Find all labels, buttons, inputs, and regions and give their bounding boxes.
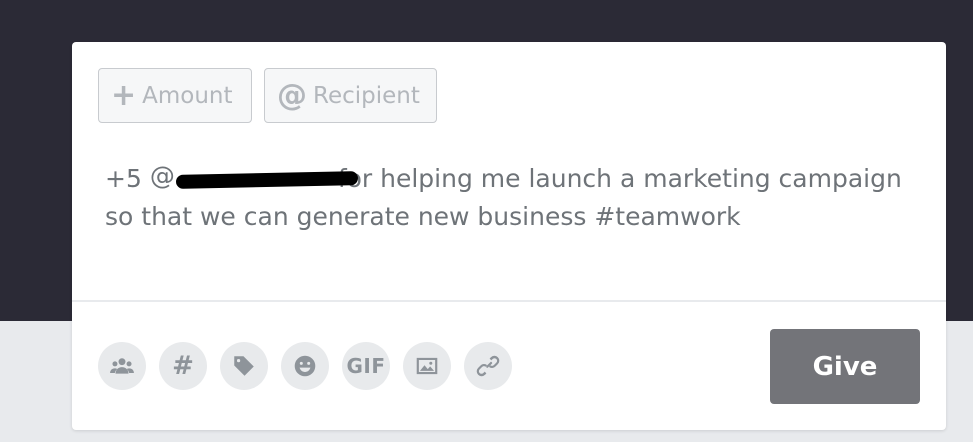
amount-label: Amount [142,82,233,109]
at-icon: @ [277,77,307,113]
redaction-mark [175,171,358,189]
image-button[interactable] [403,342,451,390]
tag-button[interactable] [220,342,268,390]
tag-icon [234,356,254,376]
hashtag-icon: # [172,351,194,381]
give-button[interactable]: Give [770,329,920,404]
emoji-button[interactable] [281,342,329,390]
recipient-mention: @ [150,161,358,191]
composer-chips: + Amount @ Recipient [98,68,437,123]
hashtag-button[interactable]: # [159,342,207,390]
recipient-label: Recipient [313,82,420,109]
gif-icon: GIF [346,354,386,378]
group-icon [110,358,134,374]
composer-divider [72,300,946,302]
amount-token: +5 [105,164,142,193]
message-input[interactable]: +5 @ for helping me launch a marketing c… [105,160,905,236]
group-button[interactable] [98,342,146,390]
composer-toolbar: # GIF [98,342,512,390]
link-button[interactable] [464,342,512,390]
recipient-button[interactable]: @ Recipient [264,68,437,123]
recognition-composer: + Amount @ Recipient +5 @ for helping me… [72,42,946,430]
emoji-icon [294,355,316,377]
link-icon [476,355,500,377]
gif-button[interactable]: GIF [342,342,390,390]
mention-at-sign: @ [149,161,175,190]
image-icon [416,357,438,375]
plus-icon: + [111,77,137,113]
amount-button[interactable]: + Amount [98,68,252,123]
